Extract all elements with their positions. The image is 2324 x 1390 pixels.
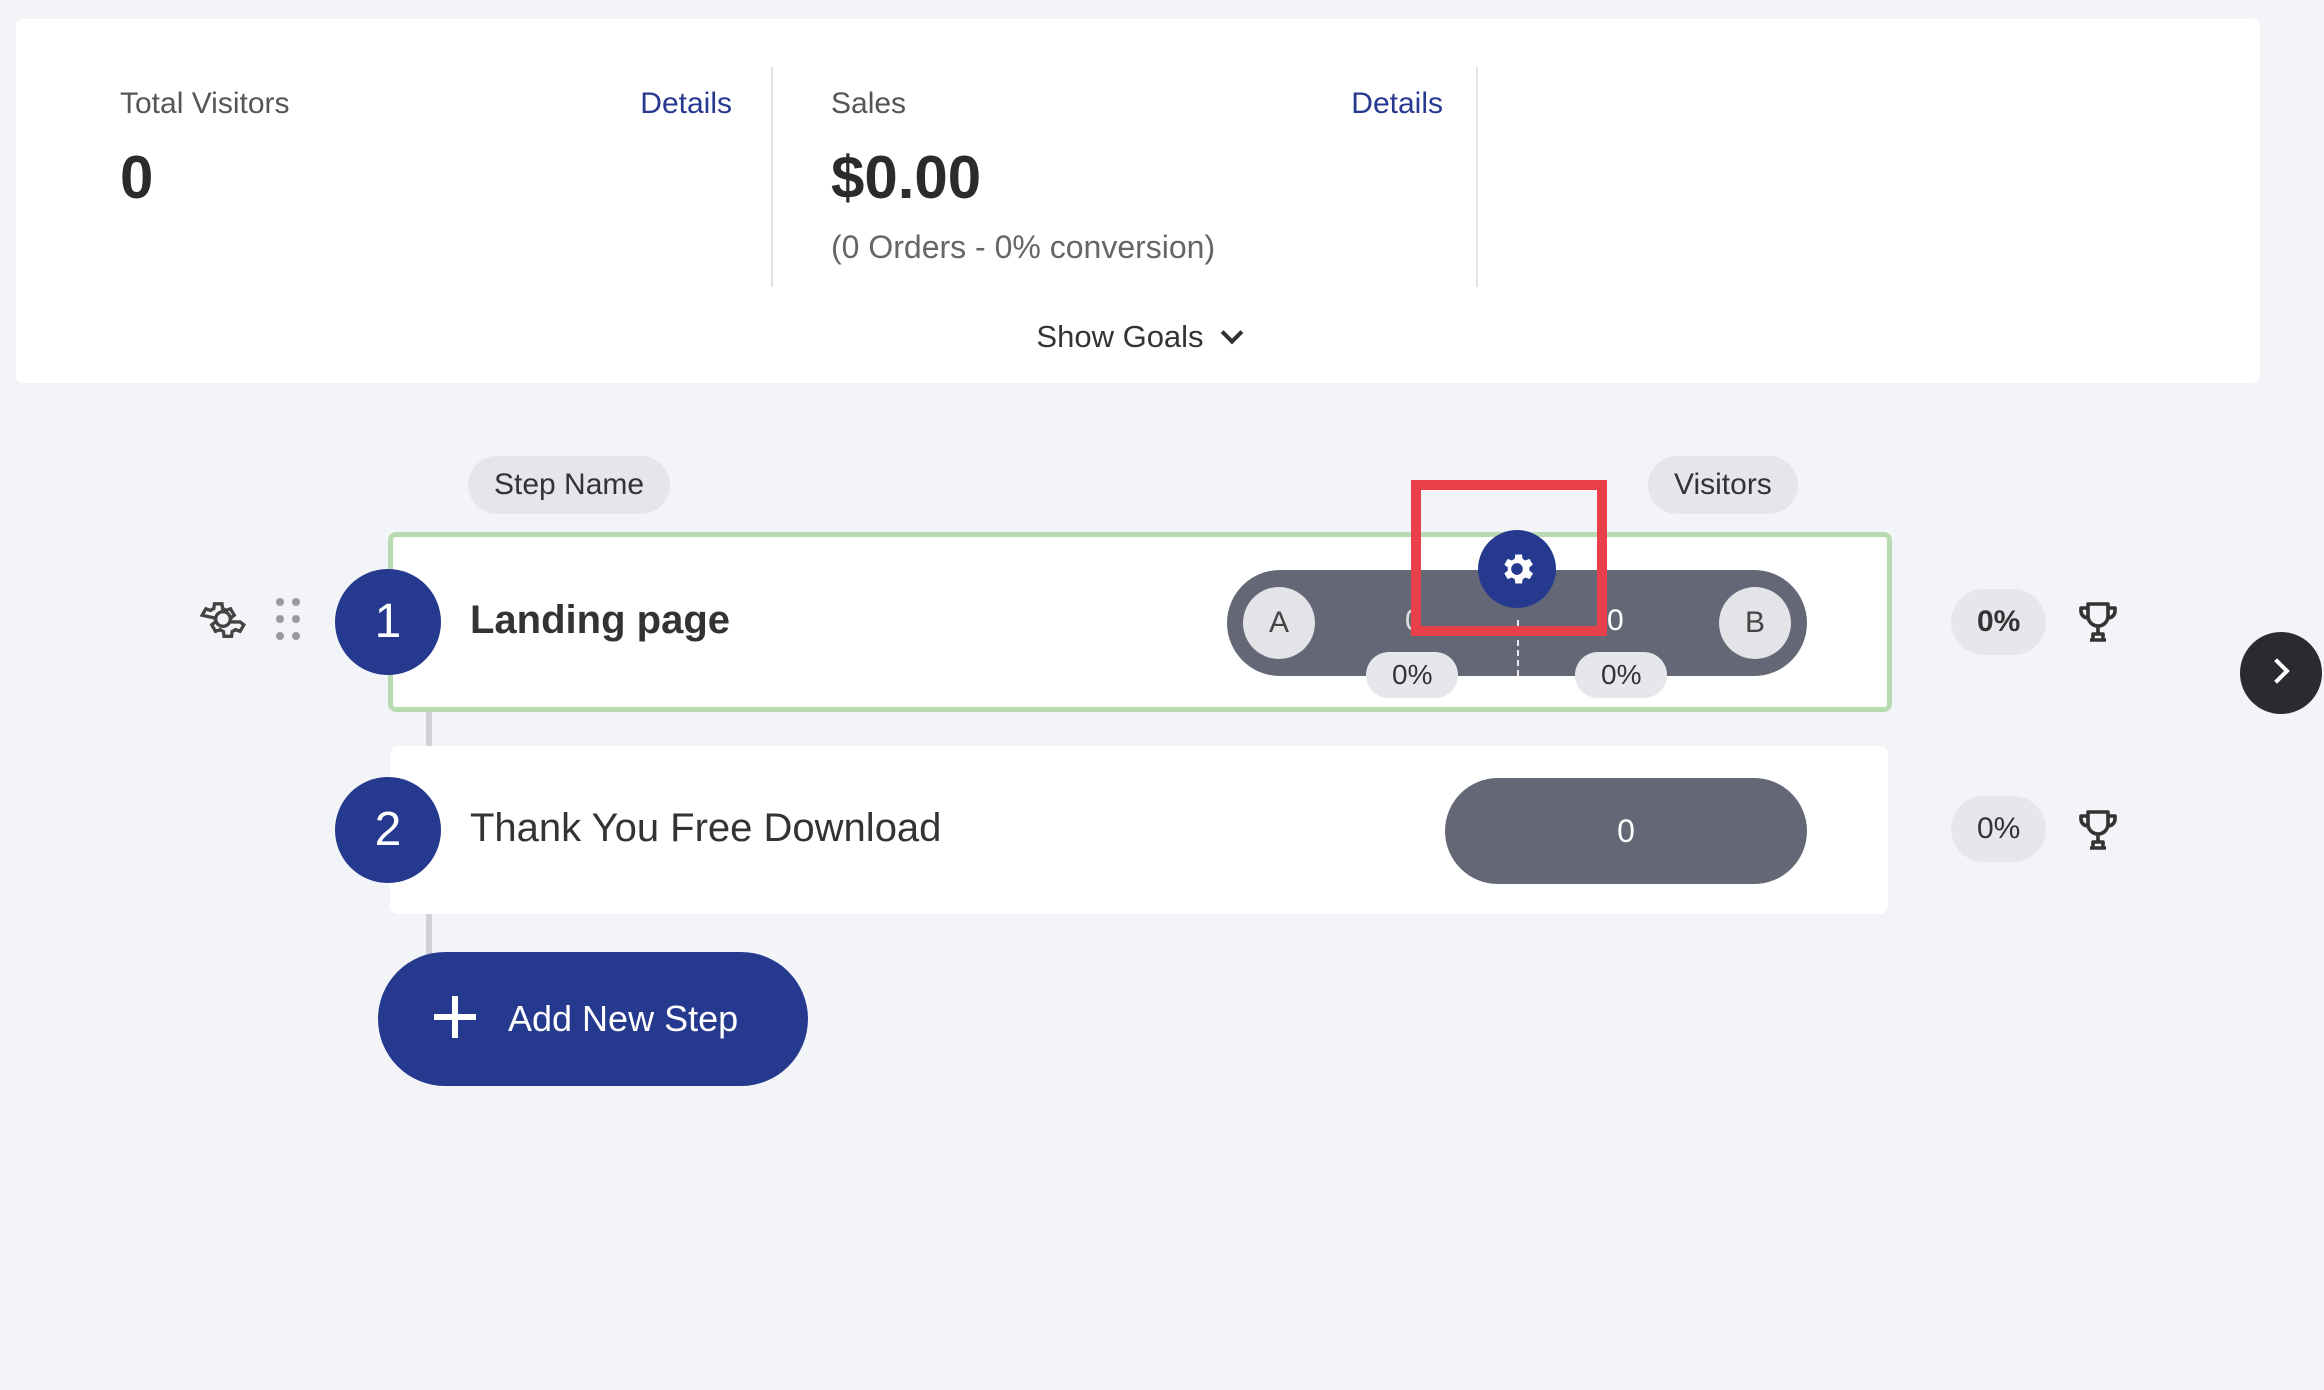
plus-icon (434, 996, 476, 1038)
add-new-step-button[interactable]: Add New Step (378, 952, 808, 1086)
visitors-column-header: Visitors (1648, 456, 1798, 514)
trophy-icon[interactable] (2074, 806, 2122, 854)
show-goals-label: Show Goals (1036, 319, 1204, 354)
total-visitors-label: Total Visitors (120, 87, 290, 120)
trophy-icon[interactable] (2074, 598, 2122, 646)
variant-a-badge[interactable]: A (1243, 587, 1315, 659)
add-new-step-label: Add New Step (508, 998, 739, 1039)
chevron-right-icon (2264, 658, 2290, 684)
variant-b-percent: 0% (1575, 652, 1668, 698)
gear-icon[interactable] (198, 594, 248, 644)
step-visitors-pill[interactable]: 0 (1445, 778, 1807, 884)
variant-a-percent: 0% (1366, 652, 1459, 698)
sales-orders-conversion: (0 Orders - 0% conversion) (831, 229, 1216, 265)
variant-b-visitors: 0 (1607, 604, 1624, 637)
total-visitors-details-link[interactable]: Details (640, 87, 732, 121)
total-visitors-stat: Total Visitors Details 0 (120, 19, 732, 299)
step-name-column-header: Step Name (468, 456, 671, 514)
stats-divider (1476, 67, 1478, 287)
sales-details-link[interactable]: Details (1351, 87, 1443, 121)
chevron-down-icon (1220, 321, 1243, 345)
stats-card: Total Visitors Details 0 Sales Details $… (16, 19, 2260, 383)
step-name[interactable]: Thank You Free Download (470, 806, 941, 851)
total-visitors-value: 0 (120, 144, 154, 211)
step-number-badge: 1 (335, 569, 441, 675)
step-name[interactable]: Landing page (470, 598, 730, 643)
stats-divider (771, 67, 773, 287)
sales-value: $0.00 (831, 144, 982, 211)
sales-label: Sales (831, 87, 907, 120)
variant-b-badge[interactable]: B (1719, 587, 1791, 659)
show-goals-toggle[interactable]: Show Goals (16, 319, 2260, 355)
highlight-annotation-box (1411, 480, 1607, 636)
next-panel-button[interactable] (2240, 632, 2322, 714)
step-conversion-percent: 0% (1951, 589, 2047, 655)
step-conversion-percent: 0% (1951, 796, 2047, 862)
sales-stat: Sales Details $0.00 (0 Orders - 0% conve… (831, 19, 1443, 299)
drag-handle-icon[interactable] (276, 598, 304, 642)
step-number-badge: 2 (335, 777, 441, 883)
